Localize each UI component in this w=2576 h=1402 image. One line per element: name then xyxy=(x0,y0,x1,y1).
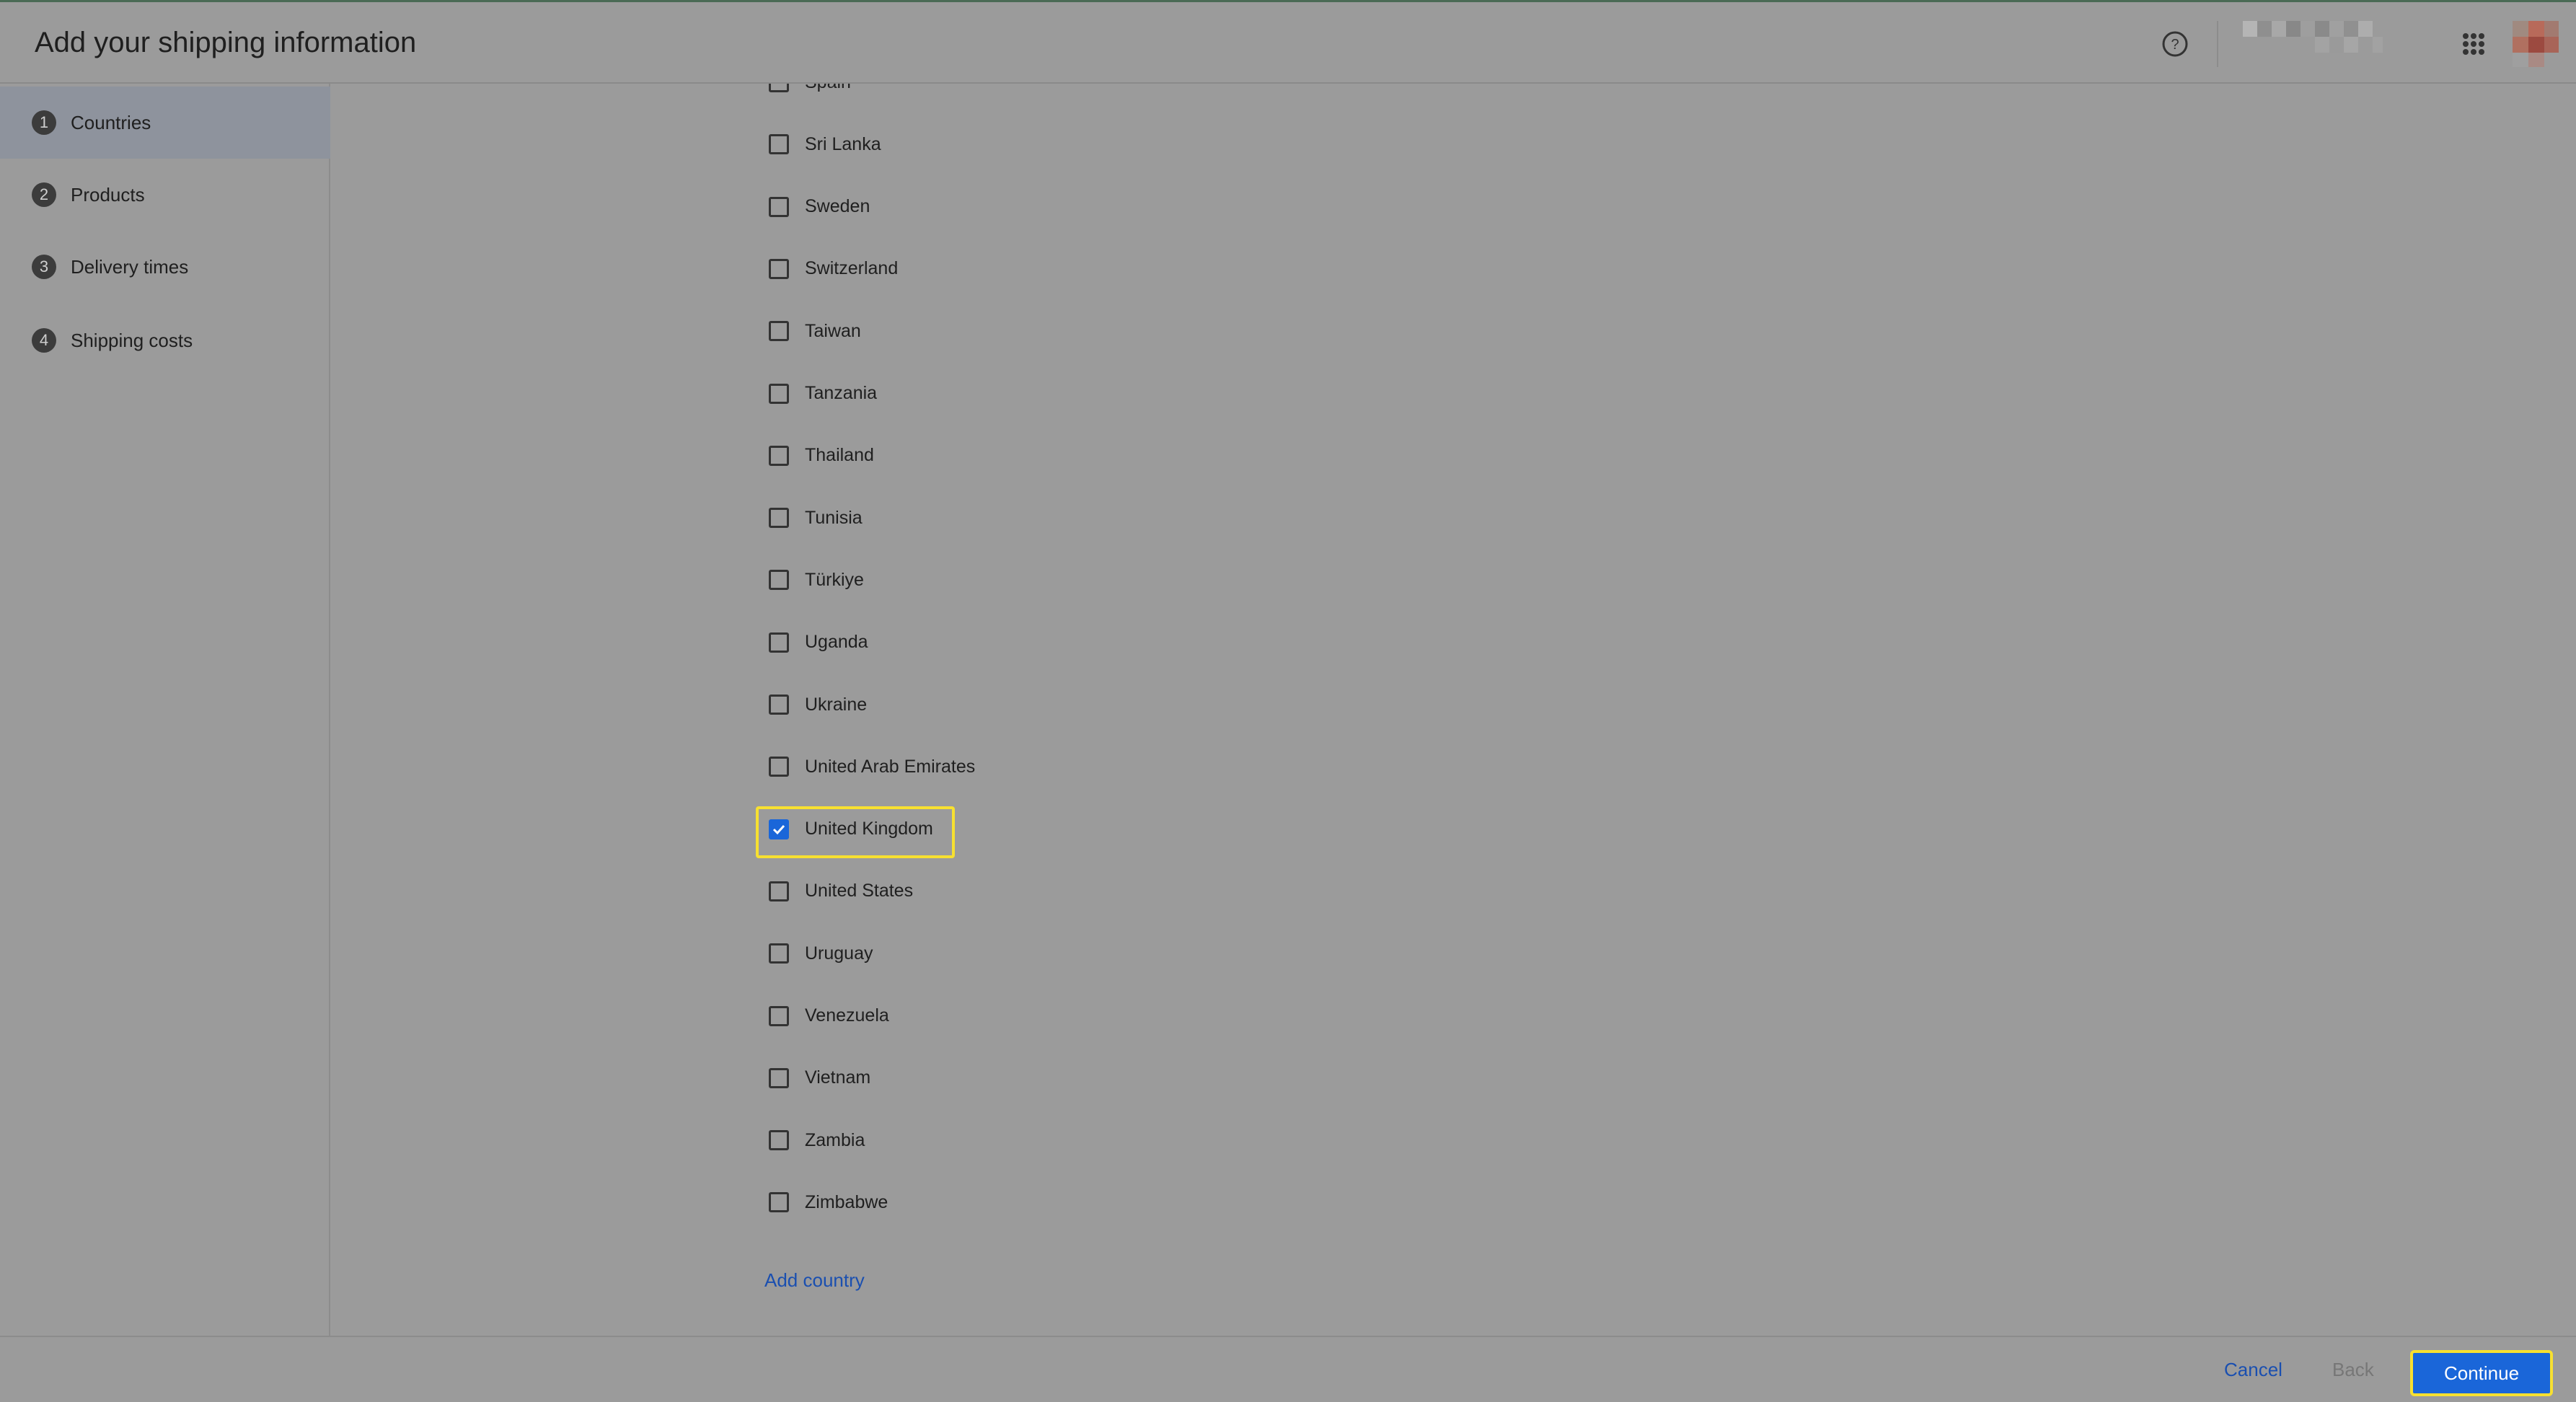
checkbox[interactable] xyxy=(769,1067,789,1088)
country-label: Vietnam xyxy=(805,1067,871,1088)
checkbox[interactable] xyxy=(769,134,789,155)
checkbox[interactable] xyxy=(769,445,789,466)
footer-bar: Cancel Back Continue xyxy=(0,1336,2576,1402)
country-row[interactable]: Taiwan xyxy=(769,309,861,353)
apps-grid-icon[interactable] xyxy=(2459,30,2488,58)
checkbox[interactable] xyxy=(769,84,789,92)
continue-button[interactable]: Continue xyxy=(2410,1350,2553,1396)
country-label: Tanzania xyxy=(805,383,878,403)
checkbox[interactable] xyxy=(769,1192,789,1213)
header-divider xyxy=(2217,21,2218,67)
country-label: Zimbabwe xyxy=(805,1191,888,1212)
country-row[interactable]: United Arab Emirates xyxy=(769,745,975,788)
country-row[interactable]: Venezuela xyxy=(769,995,889,1038)
page-title: Add your shipping information xyxy=(35,27,417,58)
checkbox[interactable] xyxy=(769,943,789,964)
country-label: Sweden xyxy=(805,196,870,217)
country-label: Venezuela xyxy=(805,1005,889,1026)
country-row[interactable]: Sri Lanka xyxy=(769,123,881,166)
country-row[interactable]: Uganda xyxy=(769,621,868,664)
help-circle-icon[interactable]: ? xyxy=(2161,30,2189,58)
checkbox[interactable] xyxy=(769,508,789,529)
step-products[interactable]: 2 Products xyxy=(0,159,330,231)
country-label: Taiwan xyxy=(805,320,861,341)
top-bar: Add your shipping information ? xyxy=(0,0,2576,84)
checkbox[interactable] xyxy=(769,570,789,591)
country-row[interactable]: Zambia xyxy=(769,1119,865,1162)
step-number: 4 xyxy=(32,328,56,353)
checkbox[interactable] xyxy=(769,383,789,404)
country-list-panel: Spain Sri Lanka Sweden Switzerland Taiwan Tan… xyxy=(332,84,2576,1336)
checkbox[interactable] xyxy=(769,757,789,777)
country-label: Uganda xyxy=(805,632,868,653)
country-row[interactable]: Uruguay xyxy=(769,932,873,975)
checkbox[interactable] xyxy=(769,196,789,217)
step-delivery-times[interactable]: 3 Delivery times xyxy=(0,231,330,303)
checkbox[interactable] xyxy=(769,1005,789,1026)
checkbox[interactable] xyxy=(769,1130,789,1151)
country-label: Thailand xyxy=(805,445,874,466)
step-number: 2 xyxy=(32,182,56,207)
step-label: Delivery times xyxy=(71,255,189,278)
checkbox[interactable] xyxy=(769,632,789,653)
country-label: United Arab Emirates xyxy=(805,756,976,777)
country-label: Switzerland xyxy=(805,258,899,279)
country-row[interactable]: Thailand xyxy=(769,434,874,477)
country-label: Zambia xyxy=(805,1129,865,1150)
highlight-united-kingdom xyxy=(756,806,955,858)
checkbox[interactable] xyxy=(769,881,789,901)
country-row[interactable]: Tunisia xyxy=(769,496,863,539)
step-shipping-costs[interactable]: 4 Shipping costs xyxy=(0,304,330,376)
back-button[interactable]: Back xyxy=(2332,1359,2374,1381)
country-label: Türkiye xyxy=(805,569,864,590)
country-label: Tunisia xyxy=(805,507,863,528)
country-row[interactable]: Vietnam xyxy=(769,1057,870,1100)
country-label: Sri Lanka xyxy=(805,133,881,154)
country-label: Spain xyxy=(805,84,851,93)
checkbox[interactable] xyxy=(769,695,789,715)
country-label: United States xyxy=(805,881,914,901)
country-row[interactable]: Ukraine xyxy=(769,683,867,726)
checkbox[interactable] xyxy=(769,321,789,342)
cancel-button[interactable]: Cancel xyxy=(2224,1359,2282,1381)
country-row[interactable]: United States xyxy=(769,870,913,913)
step-number: 3 xyxy=(32,255,56,279)
step-label: Products xyxy=(71,183,145,206)
country-row[interactable]: Tanzania xyxy=(769,372,877,415)
country-row[interactable]: Spain xyxy=(769,84,851,104)
country-row[interactable]: Sweden xyxy=(769,185,870,229)
step-number: 1 xyxy=(32,110,56,135)
country-label: Ukraine xyxy=(805,694,868,715)
step-label: Countries xyxy=(71,111,151,133)
checkbox[interactable] xyxy=(769,258,789,279)
steps-sidebar: 1 Countries 2 Products 3 Delivery times … xyxy=(0,84,330,1336)
avatar[interactable] xyxy=(2513,21,2559,67)
country-label: Uruguay xyxy=(805,943,873,964)
svg-text:?: ? xyxy=(2171,37,2179,53)
country-row[interactable]: Zimbabwe xyxy=(769,1181,888,1224)
add-country-link[interactable]: Add country xyxy=(764,1269,865,1292)
account-info-redacted[interactable] xyxy=(2243,21,2387,57)
step-label: Shipping costs xyxy=(71,329,193,351)
country-row[interactable]: Türkiye xyxy=(769,558,864,601)
country-row[interactable]: Switzerland xyxy=(769,247,898,291)
step-countries[interactable]: 1 Countries xyxy=(0,87,330,159)
